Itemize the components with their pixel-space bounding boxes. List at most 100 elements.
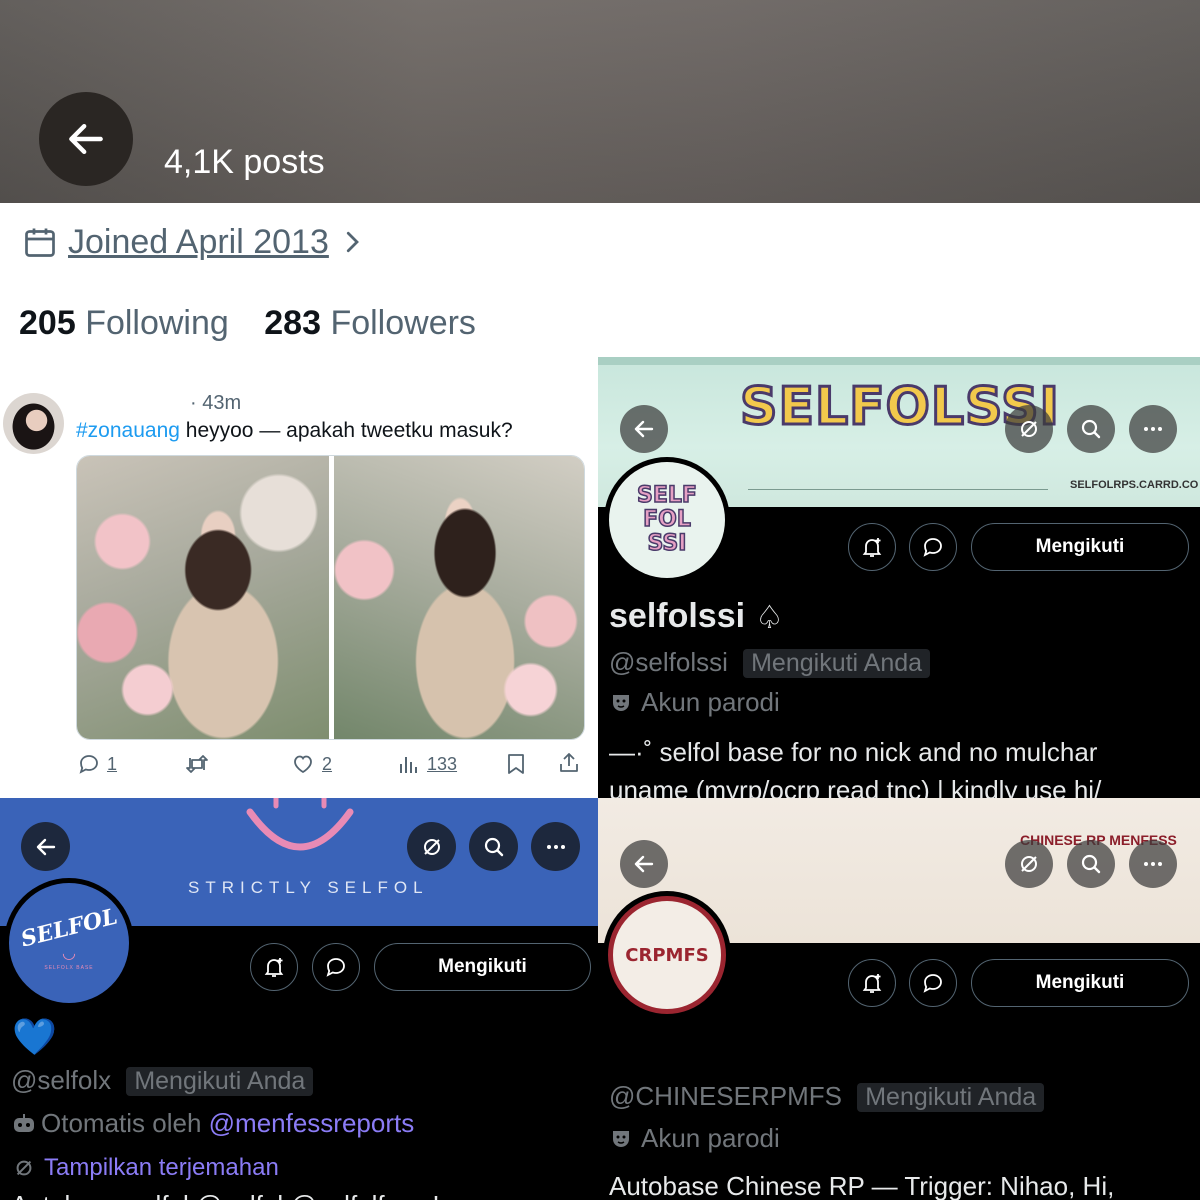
translate-icon xyxy=(1021,421,1037,437)
crpmfs-handle: @CHINESERPMFS xyxy=(609,1081,842,1111)
selfolx-search-button[interactable] xyxy=(469,822,518,871)
selfolx-avatar-smile: ◡ xyxy=(62,945,76,962)
search-icon xyxy=(484,837,503,856)
selfolx-translate-label[interactable]: Tampilkan terjemahan xyxy=(44,1154,279,1182)
crpmfs-back-button[interactable] xyxy=(620,840,668,888)
following-stat[interactable]: 205 Following xyxy=(19,304,238,342)
selfolssi-message-button[interactable] xyxy=(909,523,957,571)
tweet-hashtag[interactable]: #zonauang xyxy=(76,419,180,442)
tweet-bookmark-action[interactable] xyxy=(505,752,527,776)
more-icon xyxy=(1144,427,1162,431)
selfolssi-more-button[interactable] xyxy=(1129,405,1177,453)
crpmfs-translate-button[interactable] xyxy=(1005,840,1053,888)
like-count: 2 xyxy=(322,753,333,774)
following-label: Following xyxy=(85,304,229,342)
selfolx-back-button[interactable] xyxy=(21,822,70,871)
smiley-icon xyxy=(246,798,354,851)
tweet-retweet-action[interactable] xyxy=(184,752,210,776)
tweet-avatar[interactable] xyxy=(3,393,64,454)
selfolssi-parody-row: Akun parodi xyxy=(609,687,780,718)
crpmfs-notify-button[interactable] xyxy=(848,959,896,1007)
selfolx-more-button[interactable] xyxy=(531,822,580,871)
crpmfs-message-button[interactable] xyxy=(909,959,957,1007)
followers-stat[interactable]: 283 Followers xyxy=(264,304,476,342)
selfolssi-handle-row: @selfolssi Mengikuti Anda xyxy=(609,647,931,678)
tweet-share-action[interactable] xyxy=(557,751,581,775)
selfolssi-following-button[interactable]: Mengikuti xyxy=(971,523,1189,571)
selfolssi-display-name: selfolssi xyxy=(609,597,746,635)
selfolssi-banner-rule xyxy=(748,489,1048,490)
back-arrow-icon xyxy=(634,420,654,438)
back-arrow-icon xyxy=(69,123,103,155)
parody-mask-icon xyxy=(613,1130,629,1147)
views-icon xyxy=(400,757,417,773)
selfolx-avatar-image: SELFOL ◡ SELFOLX BASE xyxy=(9,883,129,1003)
tweet-views-action[interactable]: 133 xyxy=(398,752,457,776)
parody-mask-icon xyxy=(613,694,629,711)
like-icon xyxy=(294,755,312,774)
crpmfs-profile-card: CHINESE RP MENFESS CRPMFS Mengikuti @CHI… xyxy=(598,798,1200,1200)
back-arrow-icon xyxy=(36,838,55,855)
crpmfs-avatar[interactable]: CRPMFS xyxy=(603,891,731,1019)
search-icon xyxy=(1081,854,1101,874)
notify-icon xyxy=(862,538,882,557)
crpmfs-avatar-text: CRPMFS xyxy=(625,944,709,966)
translate-icon xyxy=(1021,856,1037,872)
reply-count: 1 xyxy=(107,753,118,774)
crpmfs-more-button[interactable] xyxy=(1129,840,1177,888)
crpmfs-parody-label: Akun parodi xyxy=(641,1123,780,1153)
selfolx-translate-row[interactable]: Tampilkan terjemahan xyxy=(13,1154,279,1182)
tweet-like-action[interactable]: 2 xyxy=(290,752,332,776)
bookmark-icon xyxy=(508,754,524,774)
tweet-media-grid xyxy=(76,455,585,740)
selfolssi-parody-label: Akun parodi xyxy=(641,687,780,717)
joined-date-link[interactable]: Joined April 2013 xyxy=(68,223,329,262)
selfolx-avatar[interactable]: SELFOL ◡ SELFOLX BASE xyxy=(4,878,134,1008)
selfolssi-notify-button[interactable] xyxy=(848,523,896,571)
selfolssi-handle: @selfolssi xyxy=(609,647,728,677)
selfolssi-back-button[interactable] xyxy=(620,405,668,453)
selfolssi-banner-strip xyxy=(598,357,1200,365)
tweet-reply-action[interactable]: 1 xyxy=(77,752,117,776)
crpmfs-bio-line-1: Autobase Chinese RP — Trigger: Nihao, Hi… xyxy=(609,1171,1115,1200)
followers-count: 283 xyxy=(264,304,321,342)
post-count: 4,1K posts xyxy=(164,143,325,181)
view-count: 133 xyxy=(427,753,458,774)
selfolssi-avatar[interactable]: SELF FOL SSI xyxy=(604,457,730,583)
selfolx-automated-prefix: Otomatis oleh xyxy=(41,1108,209,1138)
tweet-image-1[interactable] xyxy=(77,456,329,739)
search-icon xyxy=(1081,419,1101,439)
selfolssi-avatar-image: SELF FOL SSI xyxy=(609,462,725,578)
message-icon xyxy=(326,958,345,977)
joined-row[interactable]: Joined April 2013 xyxy=(22,222,367,262)
crpmfs-parody-row: Akun parodi xyxy=(609,1123,780,1154)
back-button[interactable] xyxy=(39,92,133,186)
selfolssi-follows-you-badge: Mengikuti Anda xyxy=(743,649,931,678)
selfolssi-translate-button[interactable] xyxy=(1005,405,1053,453)
crpmfs-avatar-image: CRPMFS xyxy=(608,896,726,1014)
selfolx-translate-button[interactable] xyxy=(407,822,456,871)
selfolx-handle-row: @selfolx Mengikuti Anda xyxy=(11,1065,314,1096)
crpmfs-following-button[interactable]: Mengikuti xyxy=(971,959,1189,1007)
selfolx-following-button[interactable]: Mengikuti xyxy=(374,943,591,991)
chevron-right-icon xyxy=(346,231,359,253)
back-arrow-icon xyxy=(634,855,654,873)
selfolx-message-button[interactable] xyxy=(312,943,360,991)
tweet-image-2[interactable] xyxy=(334,456,584,739)
message-icon xyxy=(923,974,942,993)
selfolx-banner-title: STRICTLY SELFOL xyxy=(188,878,429,897)
follow-stats: 205 Following 283 Followers xyxy=(19,304,476,343)
selfolx-profile-card: STRICTLY SELFOL SELFOL ◡ SELFOLX BASE Me… xyxy=(0,798,598,1200)
selfolx-handle: @selfolx xyxy=(11,1065,112,1095)
selfolssi-profile-card: SELFOLSSI SELFOLRPS.CARRD.CO SELF FOL SS… xyxy=(598,357,1200,800)
selfolx-notify-button[interactable] xyxy=(250,943,298,991)
selfolx-automated-row: Otomatis oleh @menfessreports xyxy=(11,1108,414,1139)
selfolssi-search-button[interactable] xyxy=(1067,405,1115,453)
robot-icon xyxy=(14,1113,34,1132)
selfolx-follows-you-badge: Mengikuti Anda xyxy=(126,1067,314,1096)
selfolx-automated-by-link[interactable]: @menfessreports xyxy=(209,1108,415,1139)
selfolx-display-name: 💙 xyxy=(12,1016,57,1057)
calendar-icon xyxy=(25,228,55,257)
following-count: 205 xyxy=(19,304,76,342)
crpmfs-search-button[interactable] xyxy=(1067,840,1115,888)
